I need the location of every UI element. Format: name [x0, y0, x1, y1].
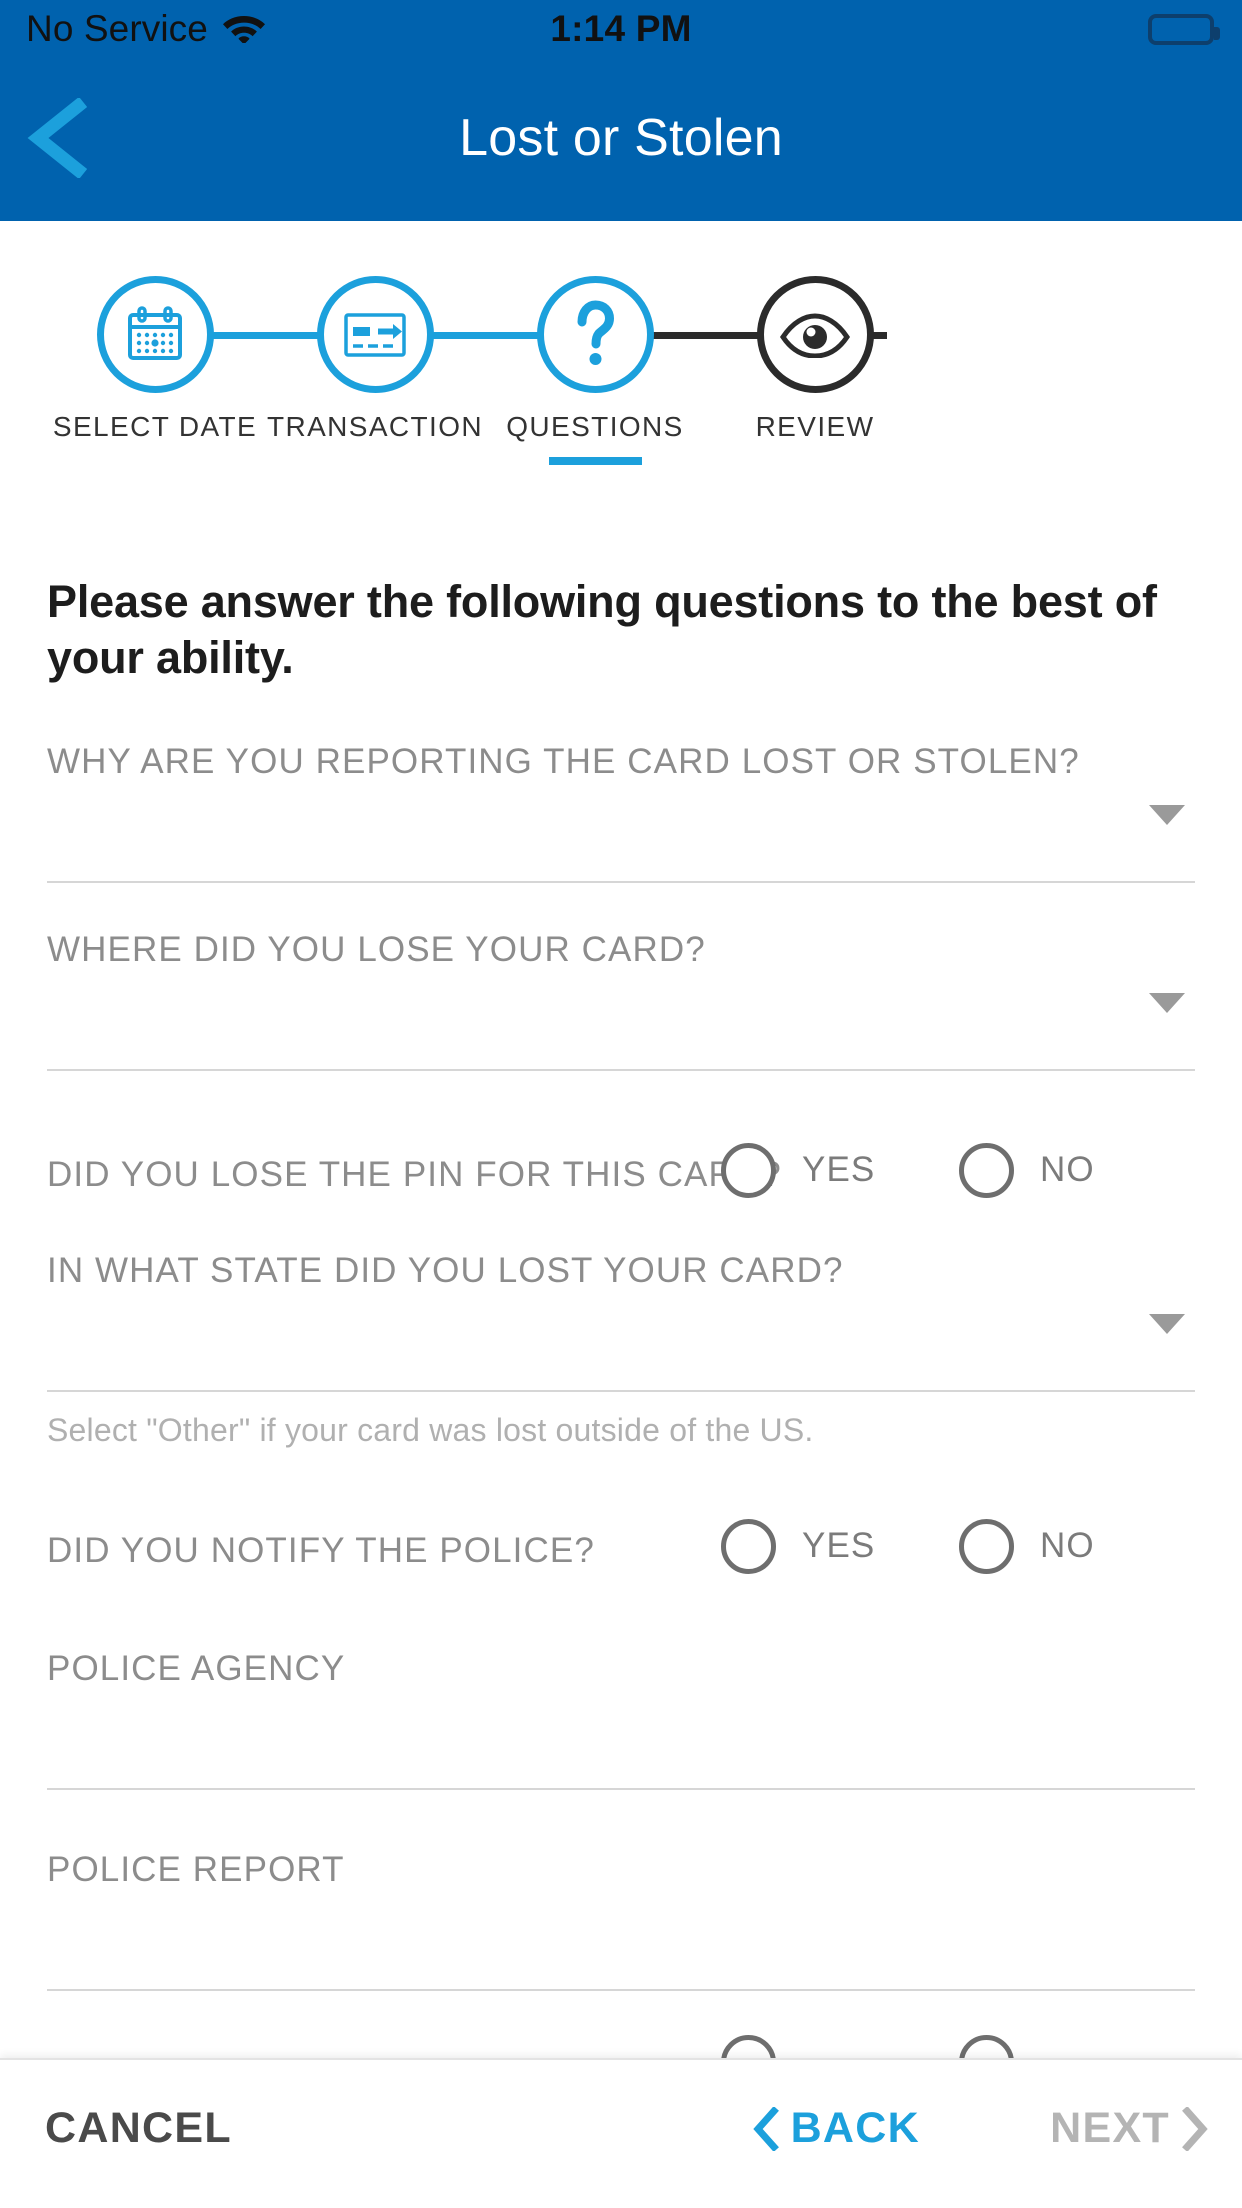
radio-option-police-yes[interactable]: YES	[721, 1518, 876, 1574]
stepper-step-questions[interactable]: QUESTIONS	[480, 221, 710, 465]
field-reason[interactable]: WHY ARE YOU REPORTING THE CARD LOST OR S…	[47, 742, 1195, 883]
step-label-select-date: SELECT DATE	[52, 411, 258, 442]
next-button-label: NEXT	[1050, 2104, 1170, 2152]
radio-option-partial-yes[interactable]	[721, 2034, 776, 2058]
calendar-icon	[128, 305, 182, 360]
form-heading: Please answer the following questions to…	[47, 576, 1157, 683]
field-police-agency[interactable]: POLICE AGENCY	[47, 1649, 1195, 1790]
field-label-where-lost: WHERE DID YOU LOSE YOUR CARD?	[47, 929, 706, 969]
radio-option-pin-no[interactable]: NO	[959, 1142, 1095, 1198]
form-content: Please answer the following questions to…	[0, 521, 1242, 2058]
progress-stepper: SELECT DATE TRANSACTION QUESTIONS REVIEW	[0, 221, 1242, 521]
field-divider	[47, 1988, 1195, 1991]
step-circle-transaction	[316, 276, 434, 393]
field-notify-police: DID YOU NOTIFY THE POLICE? YES NO	[47, 1518, 1195, 1587]
field-divider	[47, 1787, 1195, 1790]
field-divider	[47, 880, 1195, 883]
field-label-state: IN WHAT STATE DID YOU LOST YOUR CARD?	[47, 1250, 844, 1290]
step-label-questions: QUESTIONS	[506, 411, 684, 442]
footer-toolbar: CANCEL BACK NEXT	[0, 2058, 1242, 2208]
card-transfer-icon	[344, 312, 406, 357]
field-state-helper: Select "Other" if your card was lost out…	[47, 1412, 1195, 1456]
field-label-lost-pin: DID YOU LOSE THE PIN FOR THIS CARD?	[47, 1154, 782, 1194]
radio-option-partial-no[interactable]	[959, 2034, 1014, 2058]
chevron-down-icon[interactable]	[1149, 992, 1185, 1013]
step-label-transaction: TRANSACTION	[266, 411, 484, 442]
radio-button-pin-yes[interactable]	[721, 1142, 776, 1198]
field-label-reason: WHY ARE YOU REPORTING THE CARD LOST OR S…	[47, 741, 1080, 781]
field-next-question-partial	[47, 2034, 1195, 2058]
radio-button-partial-no[interactable]	[959, 2034, 1014, 2058]
stepper-step-review[interactable]: REVIEW	[700, 221, 930, 443]
radio-label-pin-no: NO	[1040, 1150, 1095, 1190]
cancel-button[interactable]: CANCEL	[45, 2104, 232, 2153]
page-title: Lost or Stolen	[459, 109, 783, 167]
radio-button-pin-no[interactable]	[959, 1142, 1014, 1198]
field-label-notify-police: DID YOU NOTIFY THE POLICE?	[47, 1530, 595, 1570]
field-label-police-agency: POLICE AGENCY	[47, 1648, 346, 1688]
radio-option-pin-yes[interactable]: YES	[721, 1142, 876, 1198]
field-divider	[47, 1389, 1195, 1392]
radio-label-police-yes: YES	[802, 1526, 876, 1566]
field-police-report[interactable]: POLICE REPORT	[47, 1850, 1195, 1991]
radio-button-partial-yes[interactable]	[721, 2034, 776, 2058]
status-right-group	[1148, 13, 1220, 45]
chevron-down-icon[interactable]	[1149, 804, 1185, 825]
stepper-step-transaction[interactable]: TRANSACTION	[260, 221, 490, 443]
next-button[interactable]: NEXT	[1050, 2104, 1208, 2153]
field-lost-pin: DID YOU LOSE THE PIN FOR THIS CARD? YES …	[47, 1142, 1195, 1211]
step-circle-questions	[536, 276, 654, 393]
question-mark-icon	[577, 299, 615, 365]
navigation-bar: Lost or Stolen	[0, 58, 1242, 221]
step-circle-review	[756, 276, 874, 393]
field-state[interactable]: IN WHAT STATE DID YOU LOST YOUR CARD?	[47, 1251, 1195, 1392]
radio-label-police-no: NO	[1040, 1526, 1095, 1566]
radio-button-police-no[interactable]	[959, 1518, 1014, 1574]
radio-label-pin-yes: YES	[802, 1150, 876, 1190]
back-button-footer[interactable]: BACK	[752, 2104, 920, 2153]
radio-button-police-yes[interactable]	[721, 1518, 776, 1574]
step-circle-select-date	[96, 276, 214, 393]
chevron-right-icon	[1182, 2106, 1208, 2151]
active-step-indicator	[548, 457, 642, 465]
radio-option-police-no[interactable]: NO	[959, 1518, 1095, 1574]
chevron-down-icon[interactable]	[1149, 1313, 1185, 1334]
back-button-label: BACK	[790, 2104, 920, 2152]
field-where-lost[interactable]: WHERE DID YOU LOSE YOUR CARD?	[47, 930, 1195, 1071]
step-label-review: REVIEW	[755, 411, 875, 442]
stepper-step-select-date[interactable]: SELECT DATE	[40, 221, 270, 443]
app-screen: No Service 1:14 PM Lost or Stolen SELECT…	[0, 0, 1242, 2208]
battery-full-icon	[1148, 13, 1220, 45]
field-divider	[47, 1068, 1195, 1071]
chevron-left-icon	[752, 2106, 779, 2151]
clock-label: 1:14 PM	[550, 8, 692, 49]
eye-icon	[779, 312, 851, 358]
helper-text-state: Select "Other" if your card was lost out…	[47, 1411, 814, 1448]
status-bar: No Service 1:14 PM	[0, 0, 1242, 58]
field-label-police-report: POLICE REPORT	[47, 1849, 345, 1889]
